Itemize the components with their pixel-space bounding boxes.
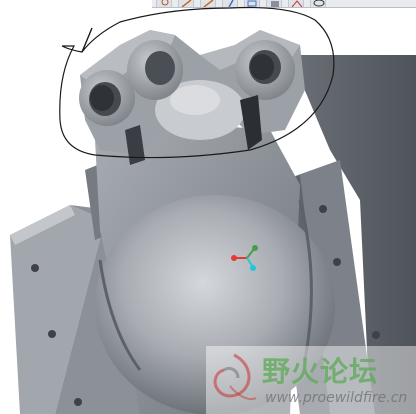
x-axis-marker [231, 255, 237, 261]
bolt-hole [333, 258, 341, 266]
bolt-hole [48, 330, 56, 338]
z-axis-marker [250, 265, 256, 271]
bolt-hole [319, 205, 327, 213]
bolt-hole [31, 264, 39, 272]
forum-title: 野火论坛 [262, 355, 379, 388]
graphics-viewport[interactable]: 野火论坛 www.proewildfire.cn [0, 0, 416, 414]
y-axis-marker [252, 245, 258, 251]
sketch-annotation-tail [81, 27, 93, 53]
bolt-hole [74, 398, 82, 406]
bolt-hole [372, 331, 380, 339]
forum-url: www.proewildfire.cn [265, 390, 408, 406]
forum-logo-icon [213, 353, 257, 400]
